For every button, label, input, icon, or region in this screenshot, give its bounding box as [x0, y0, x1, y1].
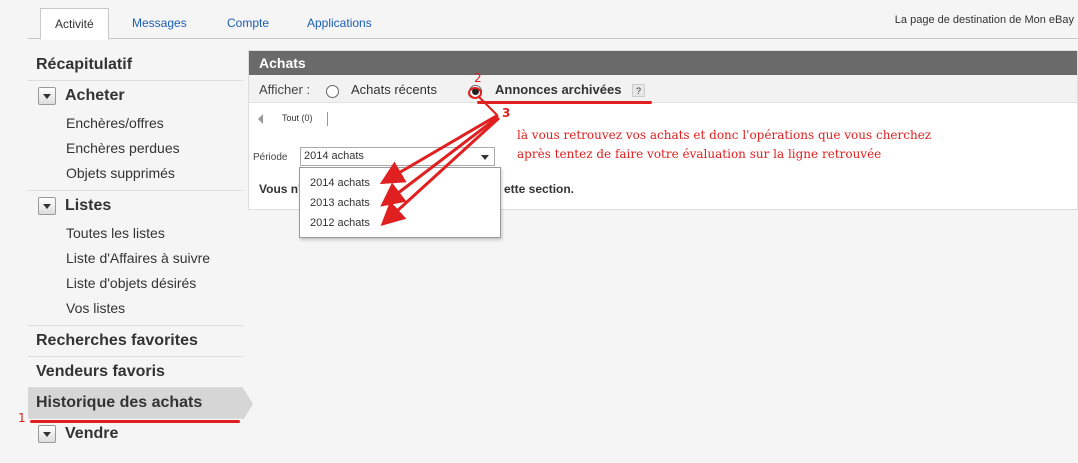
annotation-arrows: [379, 87, 501, 227]
annotation-arrow-radio: [477, 95, 498, 116]
annotation-arrow-2013: [380, 115, 499, 207]
